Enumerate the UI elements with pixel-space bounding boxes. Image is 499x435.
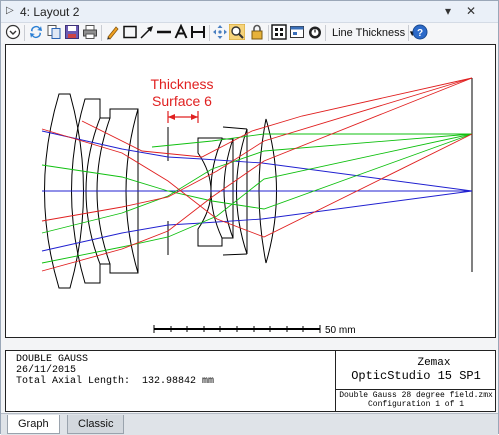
lens-date: 26/11/2015 <box>16 365 77 376</box>
lens-element-5-back <box>236 128 248 255</box>
ray-blue <box>41 190 473 252</box>
tab-graph[interactable]: Graph <box>7 415 60 434</box>
axial-length-label: Total Axial Length: <box>16 376 131 387</box>
layout-plot-area[interactable]: Thickness Surface 6 50 mm <box>5 44 496 338</box>
zoom-icon[interactable] <box>229 24 245 40</box>
toolbar-separator <box>268 25 269 41</box>
svg-text:?: ? <box>417 28 423 39</box>
pencil-icon[interactable] <box>105 24 121 40</box>
toolbar-separator <box>408 25 409 41</box>
pin-arrow-icon[interactable]: ▷ <box>6 5 14 16</box>
info-product-block: Zemax OpticStudio 15 SP1 <box>335 351 496 390</box>
toolbar-separator <box>209 25 210 41</box>
tab-strip: Graph Classic <box>1 413 498 435</box>
line-icon[interactable] <box>156 24 172 40</box>
lens-element-4 <box>197 137 234 247</box>
window-menu-button[interactable]: ▾ <box>439 3 457 19</box>
file-name: Double Gauss 28 degree field.zmx <box>339 391 493 400</box>
fit-icon[interactable] <box>271 24 287 40</box>
ray-green <box>41 133 473 234</box>
lock-icon[interactable] <box>249 24 265 40</box>
move-icon[interactable] <box>212 24 228 40</box>
info-panel: DOUBLE GAUSS 26/11/2015 Total Axial Leng… <box>5 350 496 412</box>
ray-red <box>81 77 473 158</box>
lens-name: DOUBLE GAUSS <box>16 354 89 365</box>
configuration-text: Configuration 1 of 1 <box>367 400 464 409</box>
lens-layout-drawing: Thickness Surface 6 50 mm <box>41 76 473 336</box>
rectangle-icon[interactable] <box>122 24 138 40</box>
line-thickness-dropdown[interactable]: Line Thickness ▼ <box>328 24 420 43</box>
toolbar-separator <box>101 25 102 41</box>
ray-green <box>151 133 472 148</box>
close-button[interactable]: ✕ <box>462 3 480 19</box>
ray-trace <box>41 77 473 272</box>
product-version: OpticStudio 15 SP1 <box>351 369 481 383</box>
copy-icon[interactable] <box>46 24 62 40</box>
window-icon[interactable] <box>289 24 305 40</box>
arrow-icon[interactable] <box>139 24 155 40</box>
refresh-icon[interactable] <box>28 24 44 40</box>
annotation-line1: Thickness <box>150 76 213 92</box>
help-icon[interactable]: ? <box>412 24 428 40</box>
text-icon[interactable] <box>173 24 189 40</box>
line-thickness-label: Line Thickness <box>332 27 406 39</box>
timer-icon[interactable] <box>307 24 323 40</box>
toolbar-separator <box>325 25 326 41</box>
annotation-line2: Surface 6 <box>152 93 212 109</box>
tab-classic[interactable]: Classic <box>67 415 125 434</box>
ray-blue <box>41 130 473 192</box>
lens-element-4-interface <box>210 138 223 239</box>
info-left-block: DOUBLE GAUSS 26/11/2015 Total Axial Leng… <box>16 354 214 387</box>
window-title: 4: Layout 2 <box>20 5 80 19</box>
toolbar-separator <box>24 25 25 41</box>
scale-bar: 50 mm <box>153 325 356 336</box>
settings-icon[interactable] <box>5 24 21 40</box>
axial-length-value: 132.98842 mm <box>142 376 215 387</box>
toolbar: Line Thickness ▼ ? <box>1 23 498 43</box>
print-icon[interactable] <box>82 24 98 40</box>
save-icon[interactable] <box>64 24 80 40</box>
scale-bar-label: 50 mm <box>325 325 356 336</box>
dimension-icon[interactable] <box>190 24 206 40</box>
layout-window: ▷ 4: Layout 2 ▾ ✕ Line Thickness ▼ ? Thi… <box>0 0 499 435</box>
company-name: Zemax <box>417 357 451 369</box>
title-bar[interactable]: ▷ 4: Layout 2 ▾ ✕ <box>1 1 498 23</box>
info-file-block: Double Gauss 28 degree field.zmx Configu… <box>335 389 496 411</box>
thickness-annotation: Thickness Surface 6 <box>150 76 214 123</box>
